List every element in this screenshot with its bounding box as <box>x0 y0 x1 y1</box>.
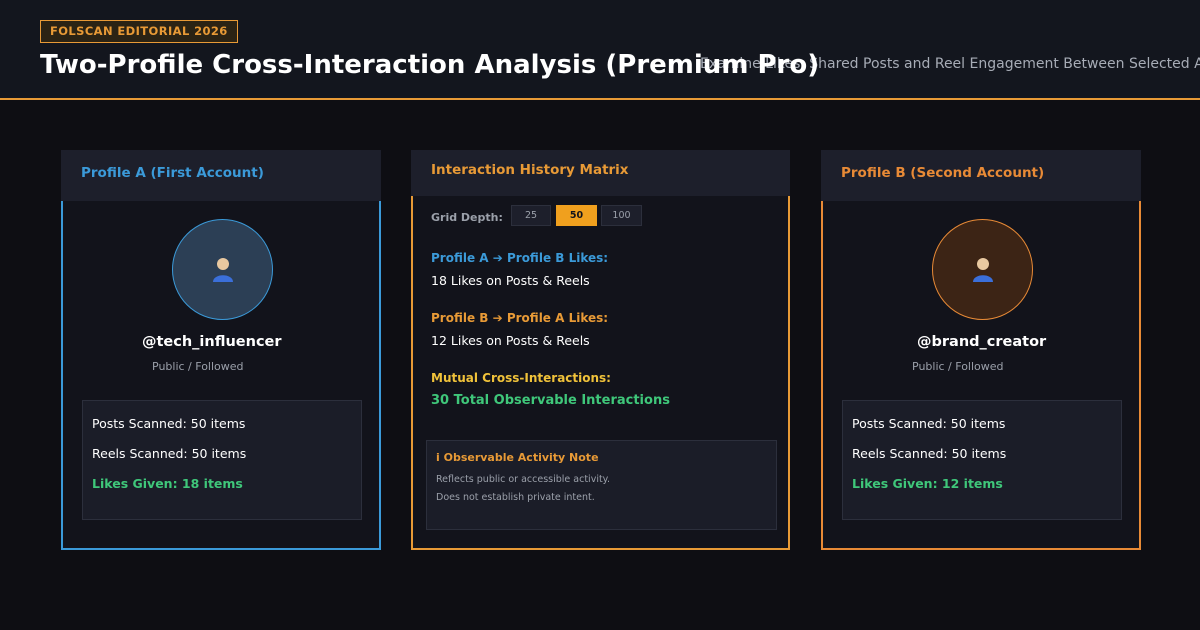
profile-b-stats: Posts Scanned: 50 items Reels Scanned: 5… <box>842 400 1122 520</box>
profile-a-reels-scanned: Reels Scanned: 50 items <box>92 446 247 461</box>
page-header: FOLSCAN EDITORIAL 2026 Examine Likes, Sh… <box>0 0 1200 100</box>
profile-a-stats: Posts Scanned: 50 items Reels Scanned: 5… <box>82 400 362 520</box>
grid-depth-label: Grid Depth: <box>431 211 503 224</box>
profile-b-likes-given: Likes Given: 12 items <box>852 476 1003 491</box>
b-to-a-label: Profile B ➔ Profile A Likes: <box>431 311 609 325</box>
profile-b-posts-scanned: Posts Scanned: 50 items <box>852 416 1006 431</box>
page-title: Two-Profile Cross-Interaction Analysis (… <box>40 50 820 80</box>
profile-b-reels-scanned: Reels Scanned: 50 items <box>852 446 1007 461</box>
profile-a-likes-given: Likes Given: 18 items <box>92 476 243 491</box>
profile-a-header: Profile A (First Account) <box>61 150 381 201</box>
user-icon <box>972 257 993 282</box>
matrix-heading: Interaction History Matrix <box>431 162 629 178</box>
note-line-1: Reflects public or accessible activity. <box>436 474 610 485</box>
user-icon <box>212 257 233 282</box>
profile-b-handle[interactable]: @brand_creator <box>917 334 1046 350</box>
profile-b-heading: Profile B (Second Account) <box>841 165 1045 181</box>
grid-depth-50-button[interactable]: 50 <box>556 205 597 226</box>
editorial-badge: FOLSCAN EDITORIAL 2026 <box>40 20 238 43</box>
activity-note: i Observable Activity Note Reflects publ… <box>426 440 777 530</box>
profile-a-visibility: Public / Followed <box>152 360 244 373</box>
mutual-value: 30 Total Observable Interactions <box>431 393 670 408</box>
grid-depth-100-button[interactable]: 100 <box>601 205 642 226</box>
b-to-a-value: 12 Likes on Posts & Reels <box>431 333 590 348</box>
profile-a-heading: Profile A (First Account) <box>81 165 264 181</box>
grid-depth-25-button[interactable]: 25 <box>511 205 551 226</box>
profile-a-handle[interactable]: @tech_influencer <box>142 334 282 350</box>
profile-b-header: Profile B (Second Account) <box>821 150 1141 201</box>
profile-b-visibility: Public / Followed <box>912 360 1004 373</box>
mutual-label: Mutual Cross-Interactions: <box>431 371 611 385</box>
note-title: i Observable Activity Note <box>436 451 599 464</box>
profile-a-panel: Profile A (First Account) @tech_influenc… <box>61 150 381 550</box>
interaction-matrix-panel: Interaction History Matrix Grid Depth: 2… <box>411 150 790 550</box>
profile-a-posts-scanned: Posts Scanned: 50 items <box>92 416 246 431</box>
matrix-header: Interaction History Matrix <box>411 150 790 196</box>
profile-a-avatar[interactable] <box>172 219 273 320</box>
profile-b-panel: Profile B (Second Account) @brand_creato… <box>821 150 1141 550</box>
note-line-2: Does not establish private intent. <box>436 492 595 503</box>
a-to-b-value: 18 Likes on Posts & Reels <box>431 273 590 288</box>
a-to-b-label: Profile A ➔ Profile B Likes: <box>431 251 609 265</box>
profile-b-avatar[interactable] <box>932 219 1033 320</box>
